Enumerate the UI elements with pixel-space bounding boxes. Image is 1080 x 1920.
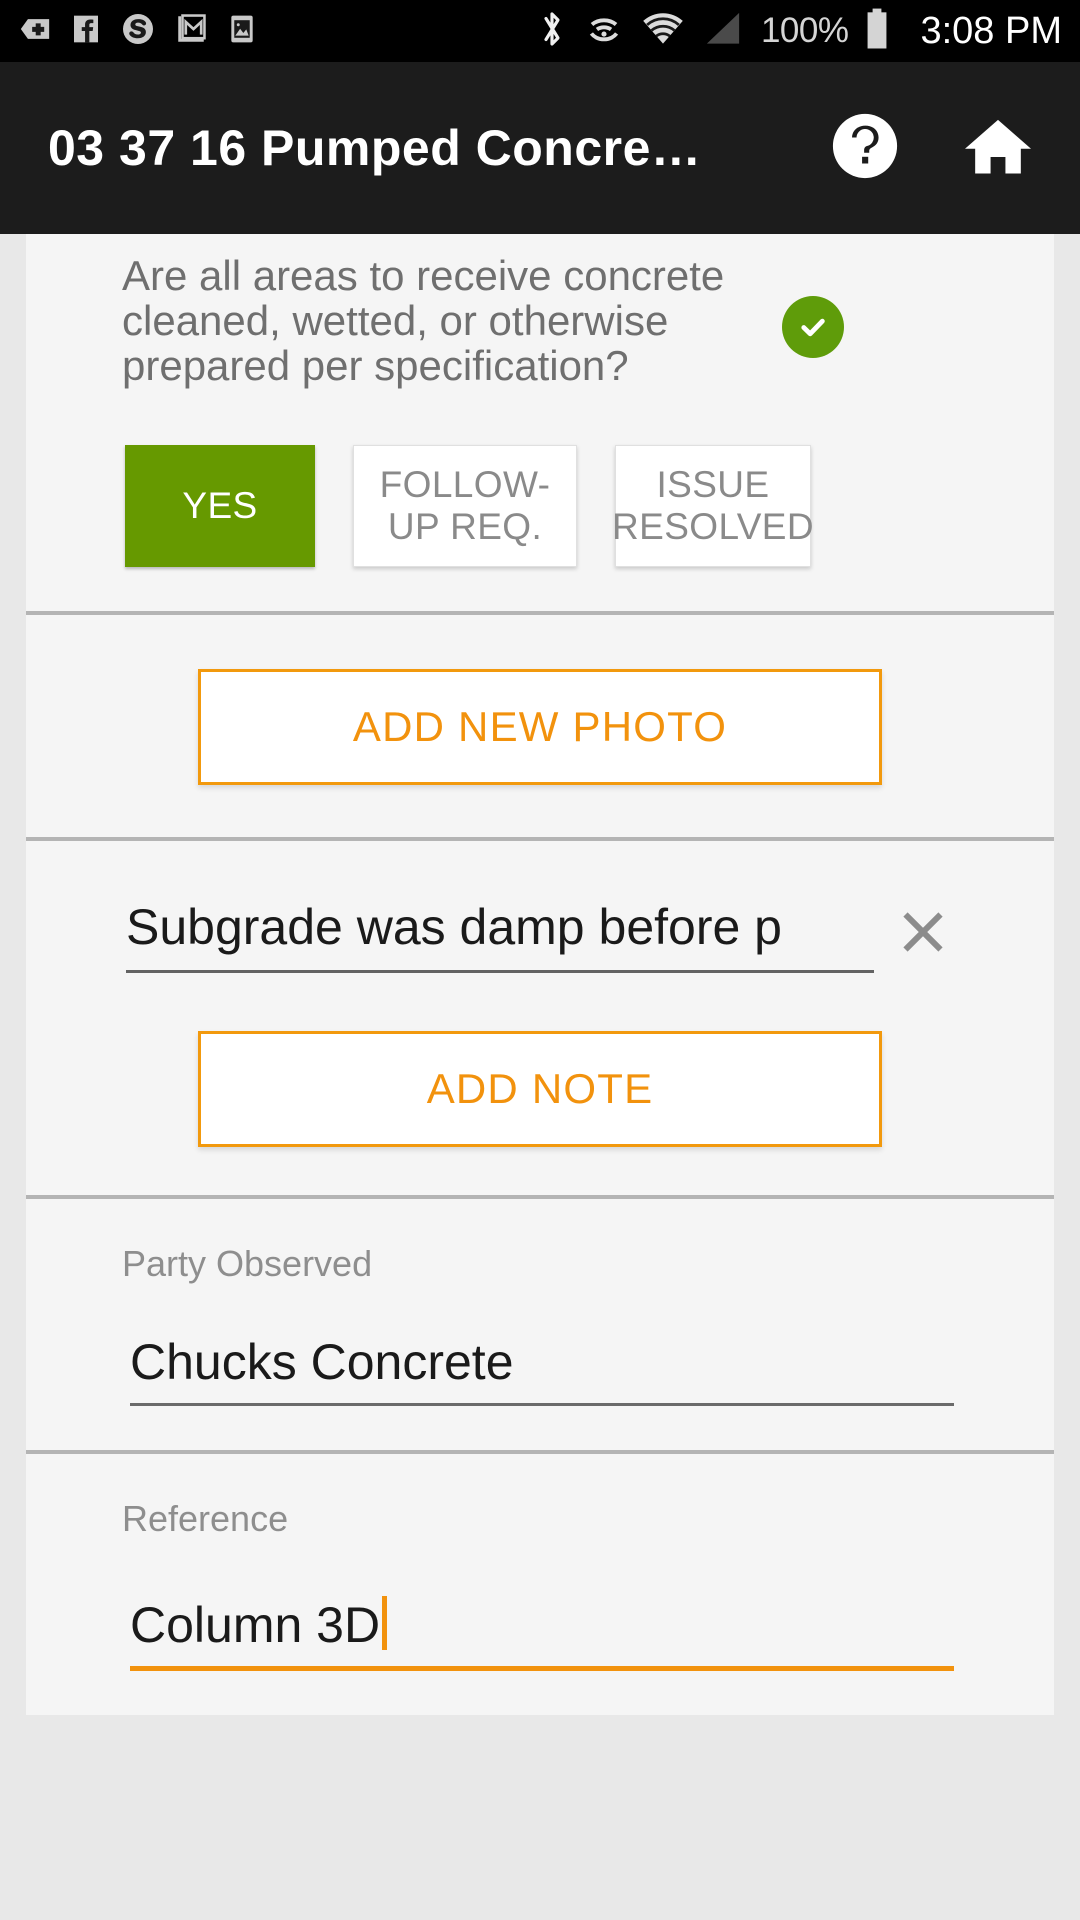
clock-label: 3:08 PM bbox=[920, 9, 1062, 52]
party-observed-input[interactable]: Chucks Concrete bbox=[130, 1333, 954, 1406]
home-icon[interactable] bbox=[962, 113, 1034, 184]
question-text: Are all areas to receive concrete cleane… bbox=[122, 252, 725, 389]
answer-button-issue-resolved[interactable]: ISSUE RESOLVED bbox=[612, 444, 814, 567]
note-add-wrap: ADD NOTE bbox=[26, 973, 1054, 1147]
note-input[interactable]: Subgrade was damp before p bbox=[126, 898, 874, 973]
answer-buttons: YES FOLLOW-UP REQ. ISSUE RESOLVED bbox=[26, 389, 1054, 567]
photo-icon bbox=[226, 12, 258, 51]
battery-full-icon bbox=[864, 7, 890, 56]
party-observed-label: Party Observed bbox=[122, 1242, 373, 1284]
note-input-row: Subgrade was damp before p bbox=[26, 897, 1054, 973]
wifi-icon bbox=[641, 8, 685, 55]
note-card: Subgrade was damp before p ADD NOTE bbox=[26, 840, 1054, 1199]
wifi-hotspot-icon bbox=[583, 8, 625, 55]
note-input-value: Subgrade was damp before p bbox=[126, 898, 782, 955]
text-cursor bbox=[382, 1595, 388, 1650]
reference-card: Reference Column 3D bbox=[26, 1453, 1054, 1715]
app-bar: 03 37 16 Pumped Concre… bbox=[0, 62, 1080, 234]
party-observed-value: Chucks Concrete bbox=[130, 1333, 514, 1390]
close-x-icon[interactable] bbox=[888, 897, 958, 967]
photo-card: ADD NEW PHOTO bbox=[26, 614, 1054, 841]
reference-input[interactable]: Column 3D bbox=[130, 1588, 954, 1671]
facebook-icon bbox=[70, 12, 102, 51]
answer-button-yes[interactable]: YES bbox=[125, 444, 315, 567]
app-bar-actions bbox=[830, 111, 1034, 186]
party-observed-card: Party Observed Chucks Concrete bbox=[26, 1198, 1054, 1454]
add-note-button[interactable]: ADD NOTE bbox=[198, 1030, 882, 1147]
check-circle-icon bbox=[782, 296, 844, 358]
question-card: Are all areas to receive concrete cleane… bbox=[26, 234, 1054, 615]
skype-icon bbox=[120, 11, 156, 52]
reference-value: Column 3D bbox=[130, 1596, 381, 1653]
cellular-signal-icon bbox=[701, 8, 745, 55]
question-row: Are all areas to receive concrete cleane… bbox=[26, 252, 1054, 389]
gmail-icon bbox=[174, 12, 208, 51]
add-new-photo-button[interactable]: ADD NEW PHOTO bbox=[198, 668, 882, 785]
status-bar-notification-icons bbox=[18, 11, 258, 52]
status-bar: 100% 3:08 PM bbox=[0, 0, 1080, 62]
page-title: 03 37 16 Pumped Concre… bbox=[48, 120, 702, 176]
bluetooth-icon bbox=[537, 8, 567, 55]
add-plus-icon bbox=[18, 12, 52, 51]
status-bar-system-icons: 100% 3:08 PM bbox=[537, 7, 1062, 56]
battery-percent-label: 100% bbox=[760, 11, 849, 50]
checklist-content[interactable]: Are all areas to receive concrete cleane… bbox=[0, 234, 1080, 1920]
help-circle-icon[interactable] bbox=[830, 111, 900, 186]
answer-button-follow-up-req[interactable]: FOLLOW-UP REQ. bbox=[353, 444, 577, 567]
reference-label: Reference bbox=[122, 1497, 289, 1539]
